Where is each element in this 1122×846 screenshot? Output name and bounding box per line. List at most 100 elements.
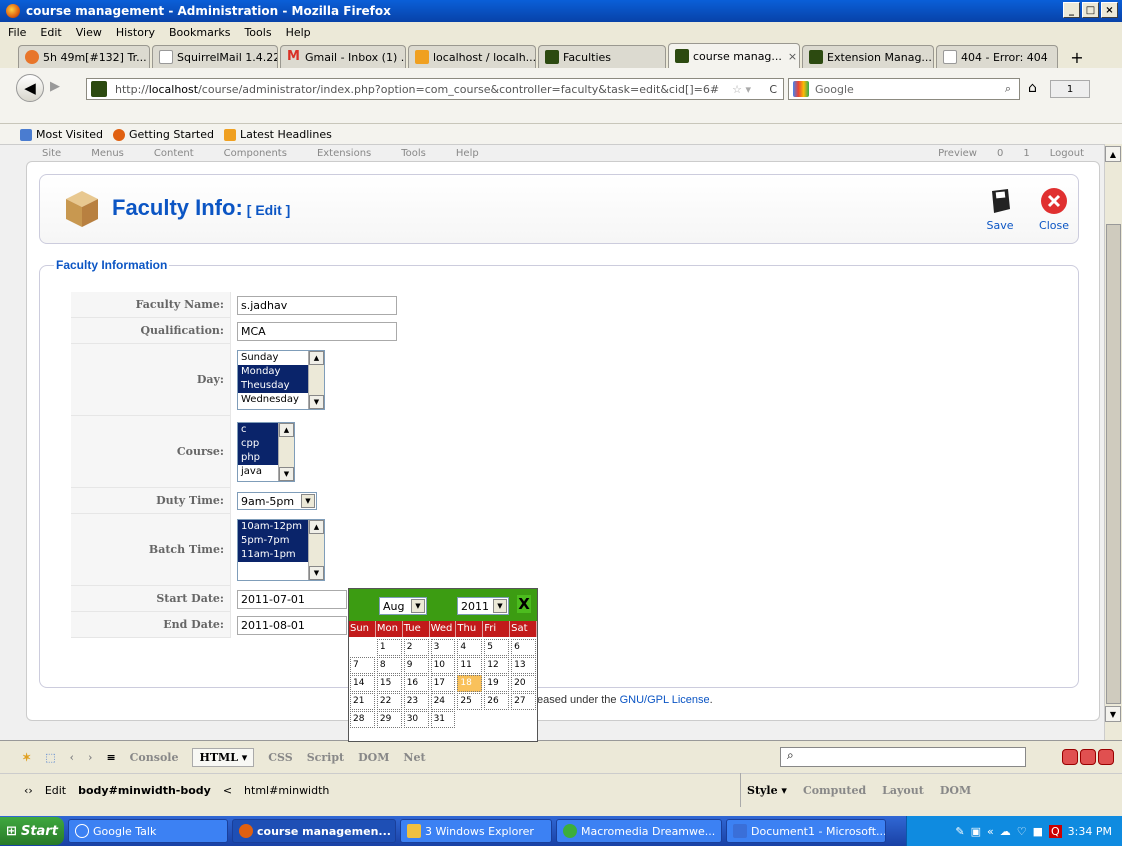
calendar-date-cell[interactable]: 20: [511, 675, 536, 692]
tab-gmail[interactable]: M Gmail - Inbox (1) ...: [280, 45, 406, 68]
logout-link[interactable]: Logout: [1050, 148, 1084, 159]
day-scrollbar[interactable]: ▲ ▼: [308, 351, 324, 409]
chevron-down-icon[interactable]: ▼: [493, 599, 507, 613]
users-count[interactable]: 1: [1023, 148, 1029, 159]
calendar-date-cell[interactable]: 12: [484, 657, 510, 674]
url-bar[interactable]: http://localhost/course/administrator/in…: [86, 78, 784, 100]
calendar-month-select[interactable]: Aug ▼: [379, 597, 427, 615]
calendar-date-cell[interactable]: 9: [403, 657, 429, 674]
scroll-up-icon[interactable]: ▲: [309, 351, 324, 365]
scroll-up-icon[interactable]: ▲: [279, 423, 294, 437]
calendar-date-cell[interactable]: 24: [430, 693, 456, 710]
tray-icon[interactable]: Q: [1049, 824, 1062, 838]
calendar-date-cell[interactable]: 26: [484, 693, 510, 710]
firebug-tab-script[interactable]: Script: [307, 751, 344, 764]
new-tab-button[interactable]: +: [1064, 46, 1090, 68]
start-button[interactable]: ⊞ Start: [0, 817, 64, 845]
tab-phpmyadmin[interactable]: localhost / localh...: [408, 45, 536, 68]
calendar-date-cell[interactable]: 17: [430, 675, 456, 692]
side-tab-style[interactable]: Style ▾: [747, 784, 787, 797]
menu-view[interactable]: View: [76, 26, 102, 39]
firebug-icon[interactable]: ✶: [22, 751, 31, 764]
tray-expand-icon[interactable]: «: [987, 825, 994, 838]
admin-menu-menus[interactable]: Menus: [91, 148, 124, 159]
calendar-date-cell[interactable]: 27: [511, 693, 536, 710]
menu-history[interactable]: History: [116, 26, 155, 39]
close-window-button[interactable]: ×: [1101, 2, 1118, 18]
addon-button[interactable]: 1: [1050, 80, 1090, 98]
tab-404[interactable]: 404 - Error: 404: [936, 45, 1058, 68]
back-icon[interactable]: ‹: [70, 751, 74, 764]
tray-icon[interactable]: ▣: [971, 825, 981, 838]
breadcrumb-parent[interactable]: html#minwidth: [244, 784, 329, 797]
menu-file[interactable]: File: [8, 26, 26, 39]
calendar-date-cell[interactable]: 6: [511, 639, 536, 656]
admin-menu-content[interactable]: Content: [154, 148, 194, 159]
bookmark-star-icon[interactable]: ☆ ▾: [732, 83, 751, 96]
menu-bookmarks[interactable]: Bookmarks: [169, 26, 230, 39]
calendar-date-cell[interactable]: 5: [484, 639, 510, 656]
calendar-date-cell[interactable]: 7: [350, 657, 375, 674]
firebug-close-button[interactable]: [1098, 749, 1114, 765]
maximize-button[interactable]: □: [1082, 2, 1099, 18]
admin-menu-help[interactable]: Help: [456, 148, 479, 159]
search-bar[interactable]: Google ⌕: [788, 78, 1020, 100]
calendar-date-cell[interactable]: 2: [403, 639, 429, 656]
code-icon[interactable]: ‹›: [24, 784, 33, 797]
calendar-date-cell[interactable]: 15: [376, 675, 402, 692]
forward-icon[interactable]: ›: [88, 751, 92, 764]
calendar-year-select[interactable]: 2011 ▼: [457, 597, 509, 615]
calendar-date-cell[interactable]: 23: [403, 693, 429, 710]
firebug-tab-dom[interactable]: DOM: [358, 751, 389, 764]
calendar-date-cell[interactable]: 28: [350, 711, 375, 728]
tab-faculties[interactable]: Faculties: [538, 45, 666, 68]
calendar-date-cell[interactable]: 16: [403, 675, 429, 692]
side-tab-computed[interactable]: Computed: [803, 784, 866, 797]
minimize-button[interactable]: _: [1063, 2, 1080, 18]
tab-extension-manager[interactable]: Extension Manag...: [802, 45, 934, 68]
side-tab-dom[interactable]: DOM: [940, 784, 971, 797]
calendar-date-cell[interactable]: 30: [403, 711, 429, 728]
chevron-down-icon[interactable]: ▼: [411, 599, 425, 613]
calendar-date-cell[interactable]: 3: [430, 639, 456, 656]
firebug-minimize-button[interactable]: [1062, 749, 1078, 765]
preview-link[interactable]: Preview: [938, 148, 977, 159]
list-icon[interactable]: ≡: [106, 751, 115, 764]
scroll-down-icon[interactable]: ▼: [279, 467, 294, 481]
forward-button[interactable]: ▶: [50, 79, 60, 94]
task-word-document[interactable]: Document1 - Microsoft...: [726, 819, 886, 843]
back-button[interactable]: ◀: [16, 74, 44, 102]
menu-tools[interactable]: Tools: [244, 26, 271, 39]
start-date-input[interactable]: 2011-07-01: [237, 589, 347, 609]
search-icon[interactable]: ⌕: [1005, 82, 1011, 96]
firebug-tab-html[interactable]: HTML ▾: [192, 747, 255, 767]
bookmark-most-visited[interactable]: Most Visited: [20, 128, 103, 141]
calendar-date-cell[interactable]: 10: [430, 657, 456, 674]
calendar-date-cell[interactable]: 18: [457, 675, 483, 692]
batch-scrollbar[interactable]: ▲ ▼: [308, 520, 324, 580]
duty-time-select[interactable]: 9am-5pm ▼: [237, 492, 317, 510]
tray-icon[interactable]: ■: [1033, 825, 1043, 838]
gpl-license-link[interactable]: GNU/GPL License: [620, 694, 710, 706]
qualification-input[interactable]: MCA: [237, 321, 397, 341]
scroll-down-icon[interactable]: ▼: [1105, 706, 1121, 722]
task-dreamweaver[interactable]: Macromedia Dreamwe...: [556, 819, 722, 843]
home-icon[interactable]: ⌂: [1028, 80, 1037, 96]
scroll-up-icon[interactable]: ▲: [1105, 146, 1121, 162]
calendar-date-cell[interactable]: 1: [376, 639, 402, 656]
close-button[interactable]: Close: [1034, 187, 1074, 232]
scrollbar-thumb[interactable]: [1106, 224, 1121, 704]
firebug-search-input[interactable]: ⌕: [780, 747, 1026, 767]
reload-icon[interactable]: C: [769, 83, 777, 96]
inspect-icon[interactable]: ⬚: [45, 751, 55, 764]
scroll-up-icon[interactable]: ▲: [309, 520, 324, 534]
calendar-date-cell[interactable]: 29: [376, 711, 402, 728]
tab-timer[interactable]: 5h 49m[#132] Tr...: [18, 45, 150, 68]
course-listbox[interactable]: c cpp php java ▲ ▼: [237, 422, 295, 482]
menu-help[interactable]: Help: [286, 26, 311, 39]
tab-squirrelmail[interactable]: SquirrelMail 1.4.22: [152, 45, 278, 68]
end-date-input[interactable]: 2011-08-01: [237, 615, 347, 635]
close-tab-icon[interactable]: ×: [788, 50, 797, 63]
firebug-tab-css[interactable]: CSS: [268, 751, 292, 764]
tray-icon[interactable]: ✎: [955, 825, 964, 838]
